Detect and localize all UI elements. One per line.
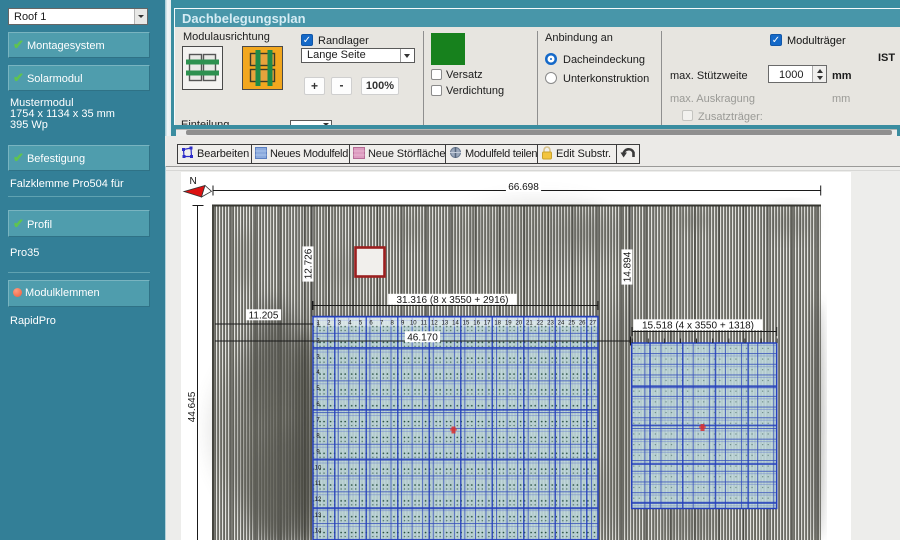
svg-text:44.645: 44.645: [187, 391, 198, 422]
svg-text:31.316 (8 x 3550 + 2916): 31.316 (8 x 3550 + 2916): [396, 295, 508, 306]
svg-text:14: 14: [315, 529, 322, 535]
svg-text:13: 13: [315, 513, 322, 519]
svg-text:15: 15: [463, 321, 470, 327]
svg-text:27: 27: [589, 321, 596, 327]
svg-text:11: 11: [421, 321, 428, 327]
svg-text:12.726: 12.726: [304, 248, 315, 279]
svg-text:12: 12: [315, 497, 322, 503]
svg-text:46.170: 46.170: [407, 333, 438, 344]
svg-text:19: 19: [505, 321, 512, 327]
svg-text:25: 25: [568, 321, 575, 327]
svg-text:12: 12: [431, 321, 438, 327]
svg-text:14: 14: [452, 321, 459, 327]
svg-text:10: 10: [315, 465, 322, 471]
svg-text:24: 24: [558, 321, 565, 327]
svg-text:26: 26: [579, 321, 586, 327]
svg-text:16: 16: [473, 321, 480, 327]
svg-text:66.698: 66.698: [508, 182, 539, 193]
svg-text:13: 13: [442, 321, 449, 327]
svg-text:10: 10: [410, 321, 417, 327]
svg-text:11: 11: [315, 481, 322, 487]
svg-text:14.894: 14.894: [623, 251, 634, 282]
svg-text:21: 21: [526, 321, 533, 327]
svg-text:22: 22: [537, 321, 544, 327]
svg-text:23: 23: [547, 321, 554, 327]
svg-text:20: 20: [515, 321, 522, 327]
svg-text:18: 18: [494, 321, 501, 327]
svg-text:N: N: [190, 176, 197, 187]
svg-text:11.205: 11.205: [249, 311, 279, 322]
svg-text:15.518 (4 x 3550 + 1318): 15.518 (4 x 3550 + 1318): [642, 321, 754, 332]
svg-text:17: 17: [484, 321, 491, 327]
